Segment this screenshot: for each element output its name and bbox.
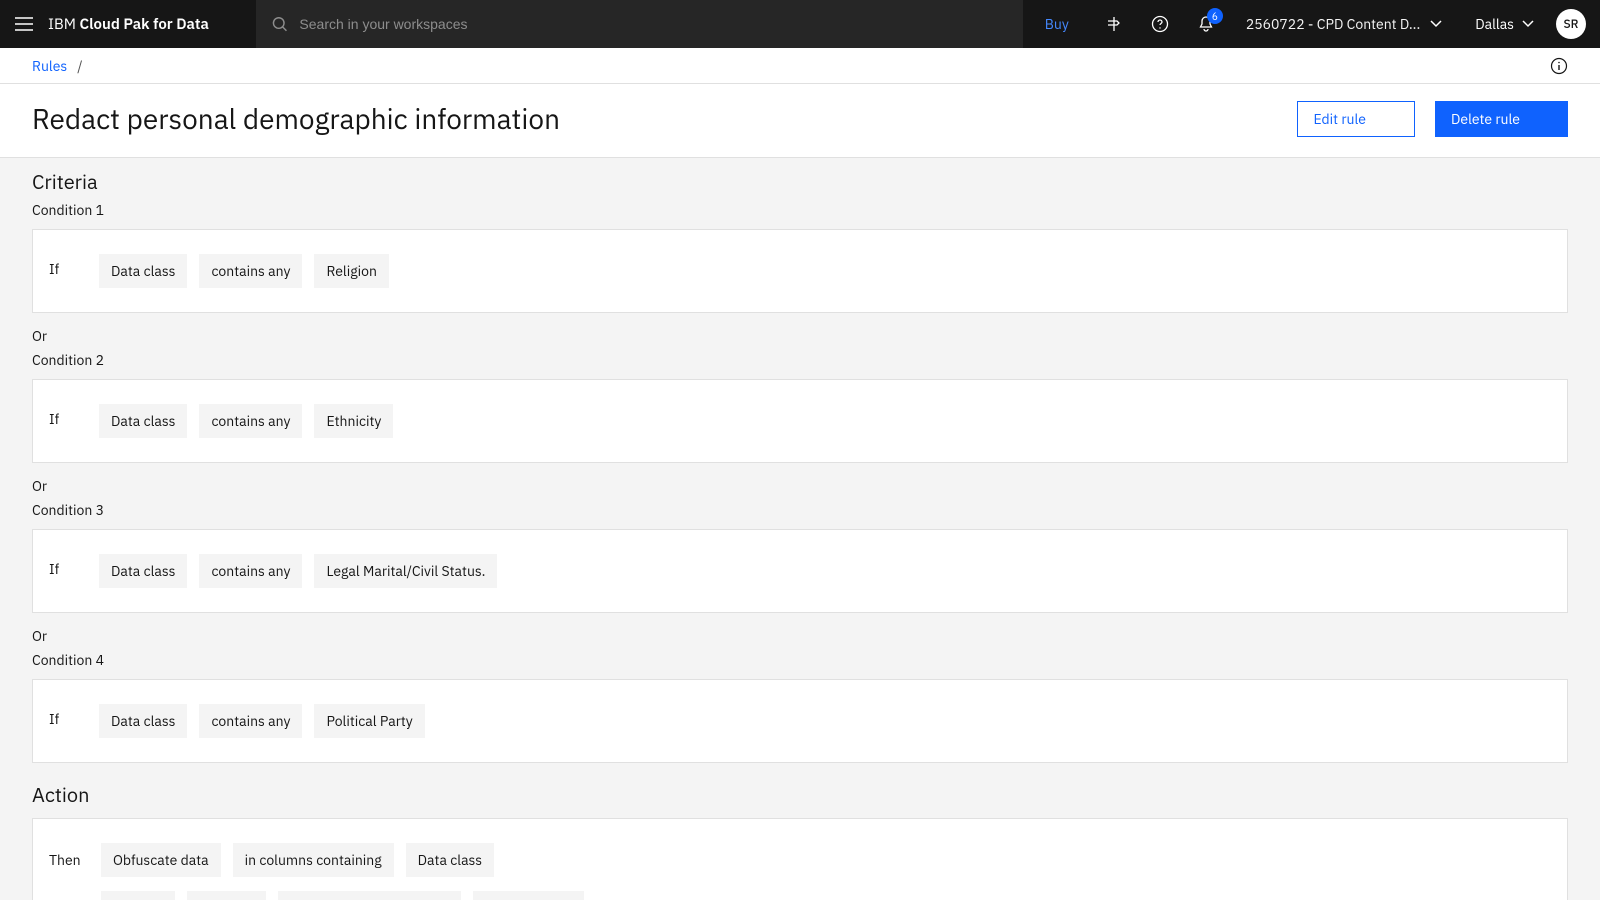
help-button[interactable] xyxy=(1137,0,1183,48)
menu-button[interactable] xyxy=(0,0,48,48)
if-label: If xyxy=(49,704,79,728)
condition-label: Condition 3 xyxy=(0,495,1600,529)
condition-card: If Data class contains any Political Par… xyxy=(32,679,1568,763)
notifications-button[interactable]: 6 xyxy=(1183,0,1229,48)
hamburger-icon xyxy=(15,17,33,31)
chip: Data class xyxy=(99,704,187,738)
breadcrumb-rules[interactable]: Rules xyxy=(32,57,67,75)
condition-label: Condition 1 xyxy=(0,195,1600,229)
condition-chips: Data class contains any Legal Marital/Ci… xyxy=(99,554,497,588)
region-switcher[interactable]: Dallas xyxy=(1459,0,1550,48)
buy-link[interactable]: Buy xyxy=(1023,0,1091,48)
then-label: Then xyxy=(49,851,89,869)
chip: contains any xyxy=(199,704,302,738)
chip: contains any xyxy=(199,554,302,588)
global-search[interactable] xyxy=(256,0,1023,48)
chip: Political Party xyxy=(473,891,583,900)
if-label: If xyxy=(49,404,79,428)
breadcrumb: Rules / xyxy=(32,57,83,75)
condition-card: If Data class contains any Ethnicity xyxy=(32,379,1568,463)
condition-card: If Data class contains any Legal Marital… xyxy=(32,529,1568,613)
global-header: IBM Cloud Pak for Data Buy 6 2560722 - C… xyxy=(0,0,1600,48)
or-label: Or xyxy=(0,613,1600,645)
if-label: If xyxy=(49,254,79,278)
signpost-icon xyxy=(1105,15,1123,33)
chip: Obfuscate data xyxy=(101,843,221,877)
action-heading: Action xyxy=(0,763,1600,818)
chip: Data class xyxy=(99,554,187,588)
chip: Legal Marital/Civil Status. xyxy=(278,891,461,900)
info-icon[interactable] xyxy=(1550,57,1568,75)
condition-chips: Data class contains any Religion xyxy=(99,254,389,288)
edit-rule-button[interactable]: Edit rule xyxy=(1297,101,1415,137)
chip: Political Party xyxy=(314,704,424,738)
header-right: Buy 6 2560722 - CPD Content D... Dallas … xyxy=(1023,0,1600,48)
condition-label: Condition 4 xyxy=(0,645,1600,679)
chip: Ethnicity xyxy=(314,404,393,438)
chip: in columns containing xyxy=(233,843,394,877)
condition-chips: Data class contains any Ethnicity xyxy=(99,404,393,438)
chevron-down-icon xyxy=(1522,20,1534,28)
title-bar: Redact personal demographic information … xyxy=(0,84,1600,158)
condition-label: Condition 2 xyxy=(0,345,1600,379)
brand-product: Cloud Pak for Data xyxy=(80,15,209,34)
chip: Religion xyxy=(101,891,175,900)
chip: Ethnicity xyxy=(187,891,266,900)
breadcrumb-separator: / xyxy=(77,57,82,75)
action-card: Then Obfuscate data in columns containin… xyxy=(32,818,1568,900)
avatar[interactable]: SR xyxy=(1556,9,1586,39)
chip: contains any xyxy=(199,254,302,288)
action-row: Then Obfuscate data in columns containin… xyxy=(49,843,1551,877)
account-switcher[interactable]: 2560722 - CPD Content D... xyxy=(1230,0,1458,48)
account-name: 2560722 - CPD Content D... xyxy=(1246,15,1420,33)
or-label: Or xyxy=(0,463,1600,495)
brand-prefix: IBM xyxy=(48,15,80,34)
feedback-button[interactable] xyxy=(1091,0,1137,48)
page-body: Rules / Redact personal demographic info… xyxy=(0,48,1600,900)
content-scroll[interactable]: Criteria Condition 1 If Data class conta… xyxy=(0,158,1600,900)
help-icon xyxy=(1151,15,1169,33)
chip: Legal Marital/Civil Status. xyxy=(314,554,497,588)
chip: Data class xyxy=(406,843,494,877)
condition-chips: Data class contains any Political Party xyxy=(99,704,425,738)
if-label: If xyxy=(49,554,79,578)
action-row: Religion Ethnicity Legal Marital/Civil S… xyxy=(49,891,1551,900)
delete-rule-button[interactable]: Delete rule xyxy=(1435,101,1568,137)
condition-card: If Data class contains any Religion xyxy=(32,229,1568,313)
brand: IBM Cloud Pak for Data xyxy=(48,15,209,34)
region-name: Dallas xyxy=(1475,15,1514,33)
chip: Data class xyxy=(99,404,187,438)
criteria-heading: Criteria xyxy=(0,158,1600,195)
search-icon xyxy=(272,16,287,32)
chip: Religion xyxy=(314,254,388,288)
notification-count: 6 xyxy=(1207,8,1223,24)
title-actions: Edit rule Delete rule xyxy=(1297,101,1568,137)
chip: Data class xyxy=(99,254,187,288)
breadcrumb-bar: Rules / xyxy=(0,48,1600,84)
chip: contains any xyxy=(199,404,302,438)
header-left: IBM Cloud Pak for Data xyxy=(0,0,256,48)
chevron-down-icon xyxy=(1430,20,1442,28)
search-input[interactable] xyxy=(299,16,1006,32)
or-label: Or xyxy=(0,313,1600,345)
page-title: Redact personal demographic information xyxy=(32,100,560,137)
